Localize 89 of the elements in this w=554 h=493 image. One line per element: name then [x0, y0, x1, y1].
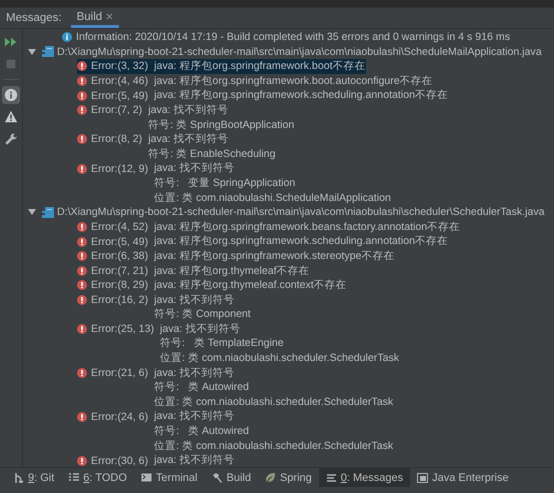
error-location[interactable]: Error:(8, 2) [91, 133, 142, 146]
tool-window-tab[interactable]: 0: Messages [318, 468, 410, 487]
stop-icon [4, 57, 18, 71]
tool-window-tab[interactable]: Spring [258, 468, 319, 487]
error-icon [77, 61, 87, 72]
error-location[interactable]: Error:(5, 49) [91, 90, 148, 102]
error-message[interactable]: java: 找不到符号 [142, 132, 229, 147]
error-detail: 位置: 类 com.niaobulashi.scheduler.SchedulerTask [159, 351, 400, 366]
error-message[interactable]: java: 程序包org.springframework.scheduling.annotation不存在 [148, 234, 448, 249]
hammer-icon [212, 472, 222, 483]
collapse-arrow-icon[interactable] [28, 208, 36, 216]
error-detail: 位置: 类 com.niaobulashi.scheduler.SchedulerTask [153, 438, 394, 454]
error-message[interactable]: java: 程序包org.thymeleaf.context不存在 [148, 278, 347, 293]
error-message[interactable]: java: 找不到符号 [148, 161, 234, 176]
close-icon[interactable] [106, 13, 114, 20]
error-icon [77, 222, 87, 232]
error-message[interactable]: java: 程序包org.thymeleaf不存在 [148, 264, 310, 278]
error-detail: 符号: 变量 SpringApplication [153, 176, 296, 191]
error-location[interactable]: Error:(7, 2) [91, 104, 142, 116]
tab[interactable]: Build [70, 8, 120, 28]
tool-window-tab[interactable]: 6: TODO [61, 468, 134, 487]
panel-label: Messages: [6, 12, 62, 24]
error-location[interactable]: Error:(30, 6) [91, 454, 148, 467]
error-location[interactable]: Error:(5, 49) [91, 236, 148, 248]
error-message[interactable]: java: 程序包org.springframework.beans.factory.annotation不存在 [148, 220, 460, 234]
error-icon [77, 280, 87, 290]
tool-window-tab[interactable]: Java Enterprise [410, 468, 516, 487]
error-message[interactable]: java: 找不到符号 [148, 409, 234, 424]
error-message[interactable]: java: 程序包org.springframework.boot.autoconfigure不存在 [148, 74, 433, 88]
error-message[interactable]: java: 找不到符号 [148, 453, 234, 467]
error-detail: 符号: 类 EnableScheduling [147, 146, 276, 162]
error-detail: 位置: 类 com.niaobulashi.ScheduleMailApplication [153, 190, 392, 206]
info-button[interactable] [2, 86, 20, 104]
error-icon [77, 412, 87, 422]
error-location[interactable]: Error:(16, 2) [91, 294, 148, 306]
error-message[interactable]: java: 找不到符号 [148, 366, 234, 380]
error-location[interactable]: Error:(25, 13) [91, 323, 154, 336]
error-icon [77, 134, 87, 144]
error-location[interactable]: Error:(4, 52) [91, 221, 148, 234]
java-file-icon [42, 206, 54, 218]
error-location[interactable]: Error:(21, 6) [91, 366, 148, 379]
java-file-icon [42, 46, 54, 58]
error-icon [77, 456, 87, 466]
error-location[interactable]: Error:(7, 21) [91, 264, 148, 277]
error-location[interactable]: Error:(6, 38) [91, 250, 148, 262]
error-detail: 符号: 类 TemplateEngine [159, 336, 285, 352]
rerun-icon [4, 35, 18, 49]
error-icon [77, 105, 87, 116]
error-detail: 符号: 类 SpringBootApplication [147, 118, 296, 132]
error-message[interactable]: java: 找不到符号 [142, 102, 229, 118]
error-icon [77, 251, 87, 262]
error-location[interactable]: Error:(12, 9) [91, 162, 148, 175]
error-location[interactable]: Error:(24, 6) [91, 410, 148, 423]
error-message[interactable]: java: 程序包org.springframework.stereotype不存在 [148, 248, 394, 264]
window-icon [417, 472, 428, 483]
warning-icon [4, 110, 18, 124]
leaf-icon [264, 472, 276, 483]
error-location[interactable]: Error:(8, 29) [91, 279, 148, 292]
error-detail: 符号: 类 Autowired [153, 424, 250, 439]
wrench-icon [4, 132, 18, 146]
lines-icon [326, 472, 337, 483]
error-detail: 符号: 类 Component [153, 307, 252, 322]
branch-icon [13, 472, 24, 483]
collapse-arrow-icon[interactable] [28, 48, 36, 56]
file-path[interactable]: D:\XiangMu\spring-boot-21-scheduler-mail\src\main\java\com\niaobulashi\ScheduleMailApplication.java [57, 44, 542, 60]
info-icon [4, 88, 18, 102]
error-icon [77, 90, 87, 101]
error-message[interactable]: java: 找不到符号 [148, 292, 234, 308]
tool-window-tab[interactable]: 9: Git [6, 468, 62, 487]
error-icon [77, 164, 87, 174]
error-icon [77, 266, 87, 276]
error-icon [77, 76, 87, 86]
terminal-icon [140, 472, 152, 483]
error-message[interactable]: java: 程序包org.springframework.boot不存在 [148, 59, 366, 74]
error-detail: 位置: 类 com.niaobulashi.scheduler.SchedulerTask [153, 394, 394, 410]
error-icon [77, 236, 87, 247]
info-message: Information: 2020/10/14 17:19 - Build completed with 35 errors and 0 warnings in 4 s 916 ms [76, 30, 510, 45]
tool-window-tab[interactable]: Terminal [134, 468, 204, 487]
error-message[interactable]: java: 程序包org.springframework.scheduling.annotation不存在 [148, 88, 448, 103]
info-icon [62, 32, 72, 42]
error-detail: 符号: 类 Autowired [153, 380, 250, 395]
tool-window-tab[interactable]: Build [204, 468, 258, 487]
error-icon [77, 294, 87, 305]
error-icon [77, 368, 87, 378]
error-message[interactable]: java: 找不到符号 [154, 322, 240, 336]
file-path[interactable]: D:\XiangMu\spring-boot-21-scheduler-mail\src\main\java\com\niaobulashi\scheduler\SchedulerTask.java [57, 205, 545, 220]
error-icon [77, 324, 87, 334]
list-icon [68, 472, 80, 483]
error-location[interactable]: Error:(4, 46) [91, 75, 148, 88]
